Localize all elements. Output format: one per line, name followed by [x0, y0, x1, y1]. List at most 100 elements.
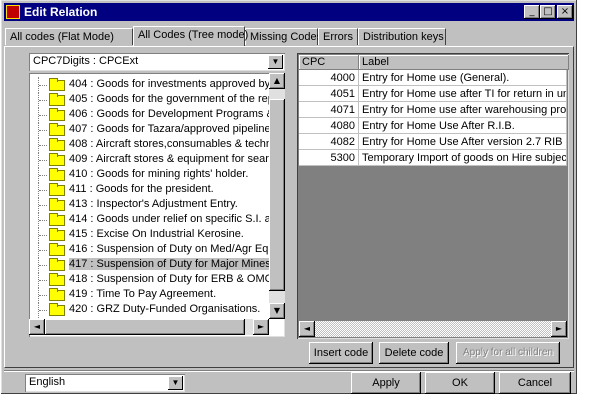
- tab-distribution-keys[interactable]: Distribution keys: [358, 28, 446, 45]
- folder-icon: [49, 93, 65, 106]
- tree-guide-branch: [39, 145, 47, 146]
- tree-guide-branch: [39, 295, 47, 296]
- folder-icon: [49, 153, 65, 166]
- scroll-down-icon[interactable]: ▼: [269, 303, 285, 319]
- tree-guide-branch: [39, 160, 47, 161]
- grid-cell-label[interactable]: Entry for Home Use After R.I.B.: [359, 118, 567, 134]
- grid-header-cpc[interactable]: CPC: [299, 55, 359, 70]
- tree-vertical-scrollbar[interactable]: ▲ ▼: [269, 73, 285, 319]
- language-value: English: [29, 376, 66, 388]
- folder-icon: [49, 138, 65, 151]
- tree-item-label: 407 : Goods for Tazara/approved pipeline…: [69, 123, 269, 135]
- folder-icon: [49, 108, 65, 121]
- tree-filter-value: CPC7Digits : CPCExt: [33, 55, 139, 67]
- title-bar[interactable]: Edit Relation _ □ ×: [4, 3, 574, 21]
- language-chevron-down-icon[interactable]: ▼: [168, 376, 183, 390]
- tree-guide-branch: [39, 265, 47, 266]
- grid-cell-code[interactable]: 4082: [299, 134, 359, 150]
- grid-scroll-right-icon[interactable]: ►: [551, 321, 567, 337]
- tree-item-label: 410 : Goods for mining rights' holder.: [69, 168, 249, 180]
- tree-horizontal-scrollbar[interactable]: ◄ ►: [29, 319, 269, 335]
- tab-errors[interactable]: Errors: [318, 28, 358, 45]
- tree-guide-branch: [39, 175, 47, 176]
- grid-cell-code[interactable]: 4051: [299, 86, 359, 102]
- minimize-button[interactable]: _: [524, 5, 540, 19]
- grid-cell-code[interactable]: 4071: [299, 102, 359, 118]
- tree-item-label: 408 : Aircraft stores,consumables & tech…: [69, 138, 269, 150]
- edit-relation-window: Edit Relation _ □ × All codes (Flat Mode…: [1, 0, 577, 394]
- window-title: Edit Relation: [24, 5, 98, 19]
- tree-item-label: 419 : Time To Pay Agreement.: [69, 288, 217, 300]
- folder-icon: [49, 288, 65, 301]
- grid-cell-label[interactable]: Entry for Home use after warehousing pro…: [359, 102, 567, 118]
- ok-button[interactable]: OK: [425, 372, 495, 394]
- tree-item-label: 405 : Goods for the government of the re…: [69, 93, 269, 105]
- tab-tree-mode[interactable]: All Codes (Tree mode): [133, 26, 248, 46]
- apply-for-all-children-button[interactable]: Apply for all children: [456, 342, 560, 364]
- grid-cell-code[interactable]: 4000: [299, 70, 359, 86]
- code-tree[interactable]: 404 : Goods for investments approved by …: [29, 73, 285, 337]
- tree-guide-branch: [39, 130, 47, 131]
- folder-icon: [49, 213, 65, 226]
- tree-item-label: 415 : Excise On Industrial Kerosine.: [69, 228, 244, 240]
- folder-icon: [49, 273, 65, 286]
- code-grid[interactable]: CPC Label 4000 Entry for Home use (Genera…: [297, 53, 569, 339]
- tree-guide-branch: [39, 235, 47, 236]
- tree-guide-branch: [39, 190, 47, 191]
- tab-flat-mode[interactable]: All codes (Flat Mode): [5, 28, 133, 45]
- tree-guide-branch: [39, 85, 47, 86]
- grid-cell-label[interactable]: Entry for Home use after TI for return i…: [359, 86, 567, 102]
- tree-item-label: 418 : Suspension of Duty for ERB & OMCs.: [69, 273, 269, 285]
- folder-icon: [49, 243, 65, 256]
- tree-guide-branch: [39, 220, 47, 221]
- apply-button[interactable]: Apply: [351, 372, 421, 394]
- maximize-button[interactable]: □: [540, 5, 556, 19]
- tab-missing-codes[interactable]: Missing Codes: [245, 28, 322, 45]
- grid-header-label[interactable]: Label: [359, 55, 569, 70]
- language-dropdown[interactable]: English ▼: [25, 374, 185, 392]
- delete-code-button[interactable]: Delete code: [379, 342, 449, 364]
- tree-item-label: 414 : Goods under relief on specific S.I…: [69, 213, 269, 225]
- tree-item-label: 417 : Suspension of Duty for Major Mines…: [69, 258, 269, 270]
- tree-guide-branch: [39, 280, 47, 281]
- insert-code-button[interactable]: Insert code: [309, 342, 373, 364]
- grid-cell-label[interactable]: Entry for Home use (General).: [359, 70, 567, 86]
- folder-icon: [49, 183, 65, 196]
- folder-icon: [49, 78, 65, 91]
- tree-item-label: 409 : Aircraft stores & equipment for se…: [69, 153, 269, 165]
- grid-cell-code[interactable]: 5300: [299, 150, 359, 166]
- folder-icon: [49, 123, 65, 136]
- folder-icon: [49, 168, 65, 181]
- tree-guide-branch: [39, 115, 47, 116]
- tree-guide-branch: [39, 100, 47, 101]
- app-icon: [6, 5, 20, 19]
- grid-scroll-left-icon[interactable]: ◄: [299, 321, 315, 337]
- tree-guide-branch: [39, 205, 47, 206]
- tree-guide-branch: [39, 310, 47, 311]
- folder-icon: [49, 303, 65, 316]
- tree-item-label: 416 : Suspension of Duty on Med/Agr Equi…: [69, 243, 269, 255]
- close-button[interactable]: ×: [557, 5, 573, 19]
- grid-cell-label[interactable]: Entry for Home Use After version 2.7 RIB: [359, 134, 567, 150]
- tree-rows: 404 : Goods for investments approved by …: [29, 73, 269, 319]
- folder-icon: [49, 228, 65, 241]
- tree-item-label: 420 : GRZ Duty-Funded Organisations.: [69, 303, 261, 315]
- tree-item-label: 413 : Inspector's Adjustment Entry.: [69, 198, 238, 210]
- scroll-right-icon[interactable]: ►: [253, 319, 269, 335]
- grid-cell-code[interactable]: 4080: [299, 118, 359, 134]
- folder-icon: [49, 258, 65, 271]
- tree-scroll-thumb[interactable]: [269, 99, 285, 291]
- tree-item-label: 406 : Goods for Development Programs & E…: [69, 108, 269, 120]
- tree-guide-branch: [39, 250, 47, 251]
- grid-horizontal-scrollbar[interactable]: ◄ ►: [299, 321, 567, 337]
- grid-cell-label[interactable]: Temporary Import of goods on Hire subjec…: [359, 150, 567, 166]
- tree-item-label: 411 : Goods for the president.: [69, 183, 214, 195]
- tree-filter-dropdown[interactable]: CPC7Digits : CPCExt ▼: [29, 53, 285, 71]
- tree-hscroll-thumb[interactable]: [45, 319, 245, 335]
- folder-icon: [49, 198, 65, 211]
- scroll-left-icon[interactable]: ◄: [29, 319, 45, 335]
- chevron-down-icon[interactable]: ▼: [268, 55, 283, 69]
- tree-item-label: 404 : Goods for investments approved by …: [69, 78, 269, 90]
- scroll-up-icon[interactable]: ▲: [269, 73, 285, 89]
- cancel-button[interactable]: Cancel: [499, 372, 571, 394]
